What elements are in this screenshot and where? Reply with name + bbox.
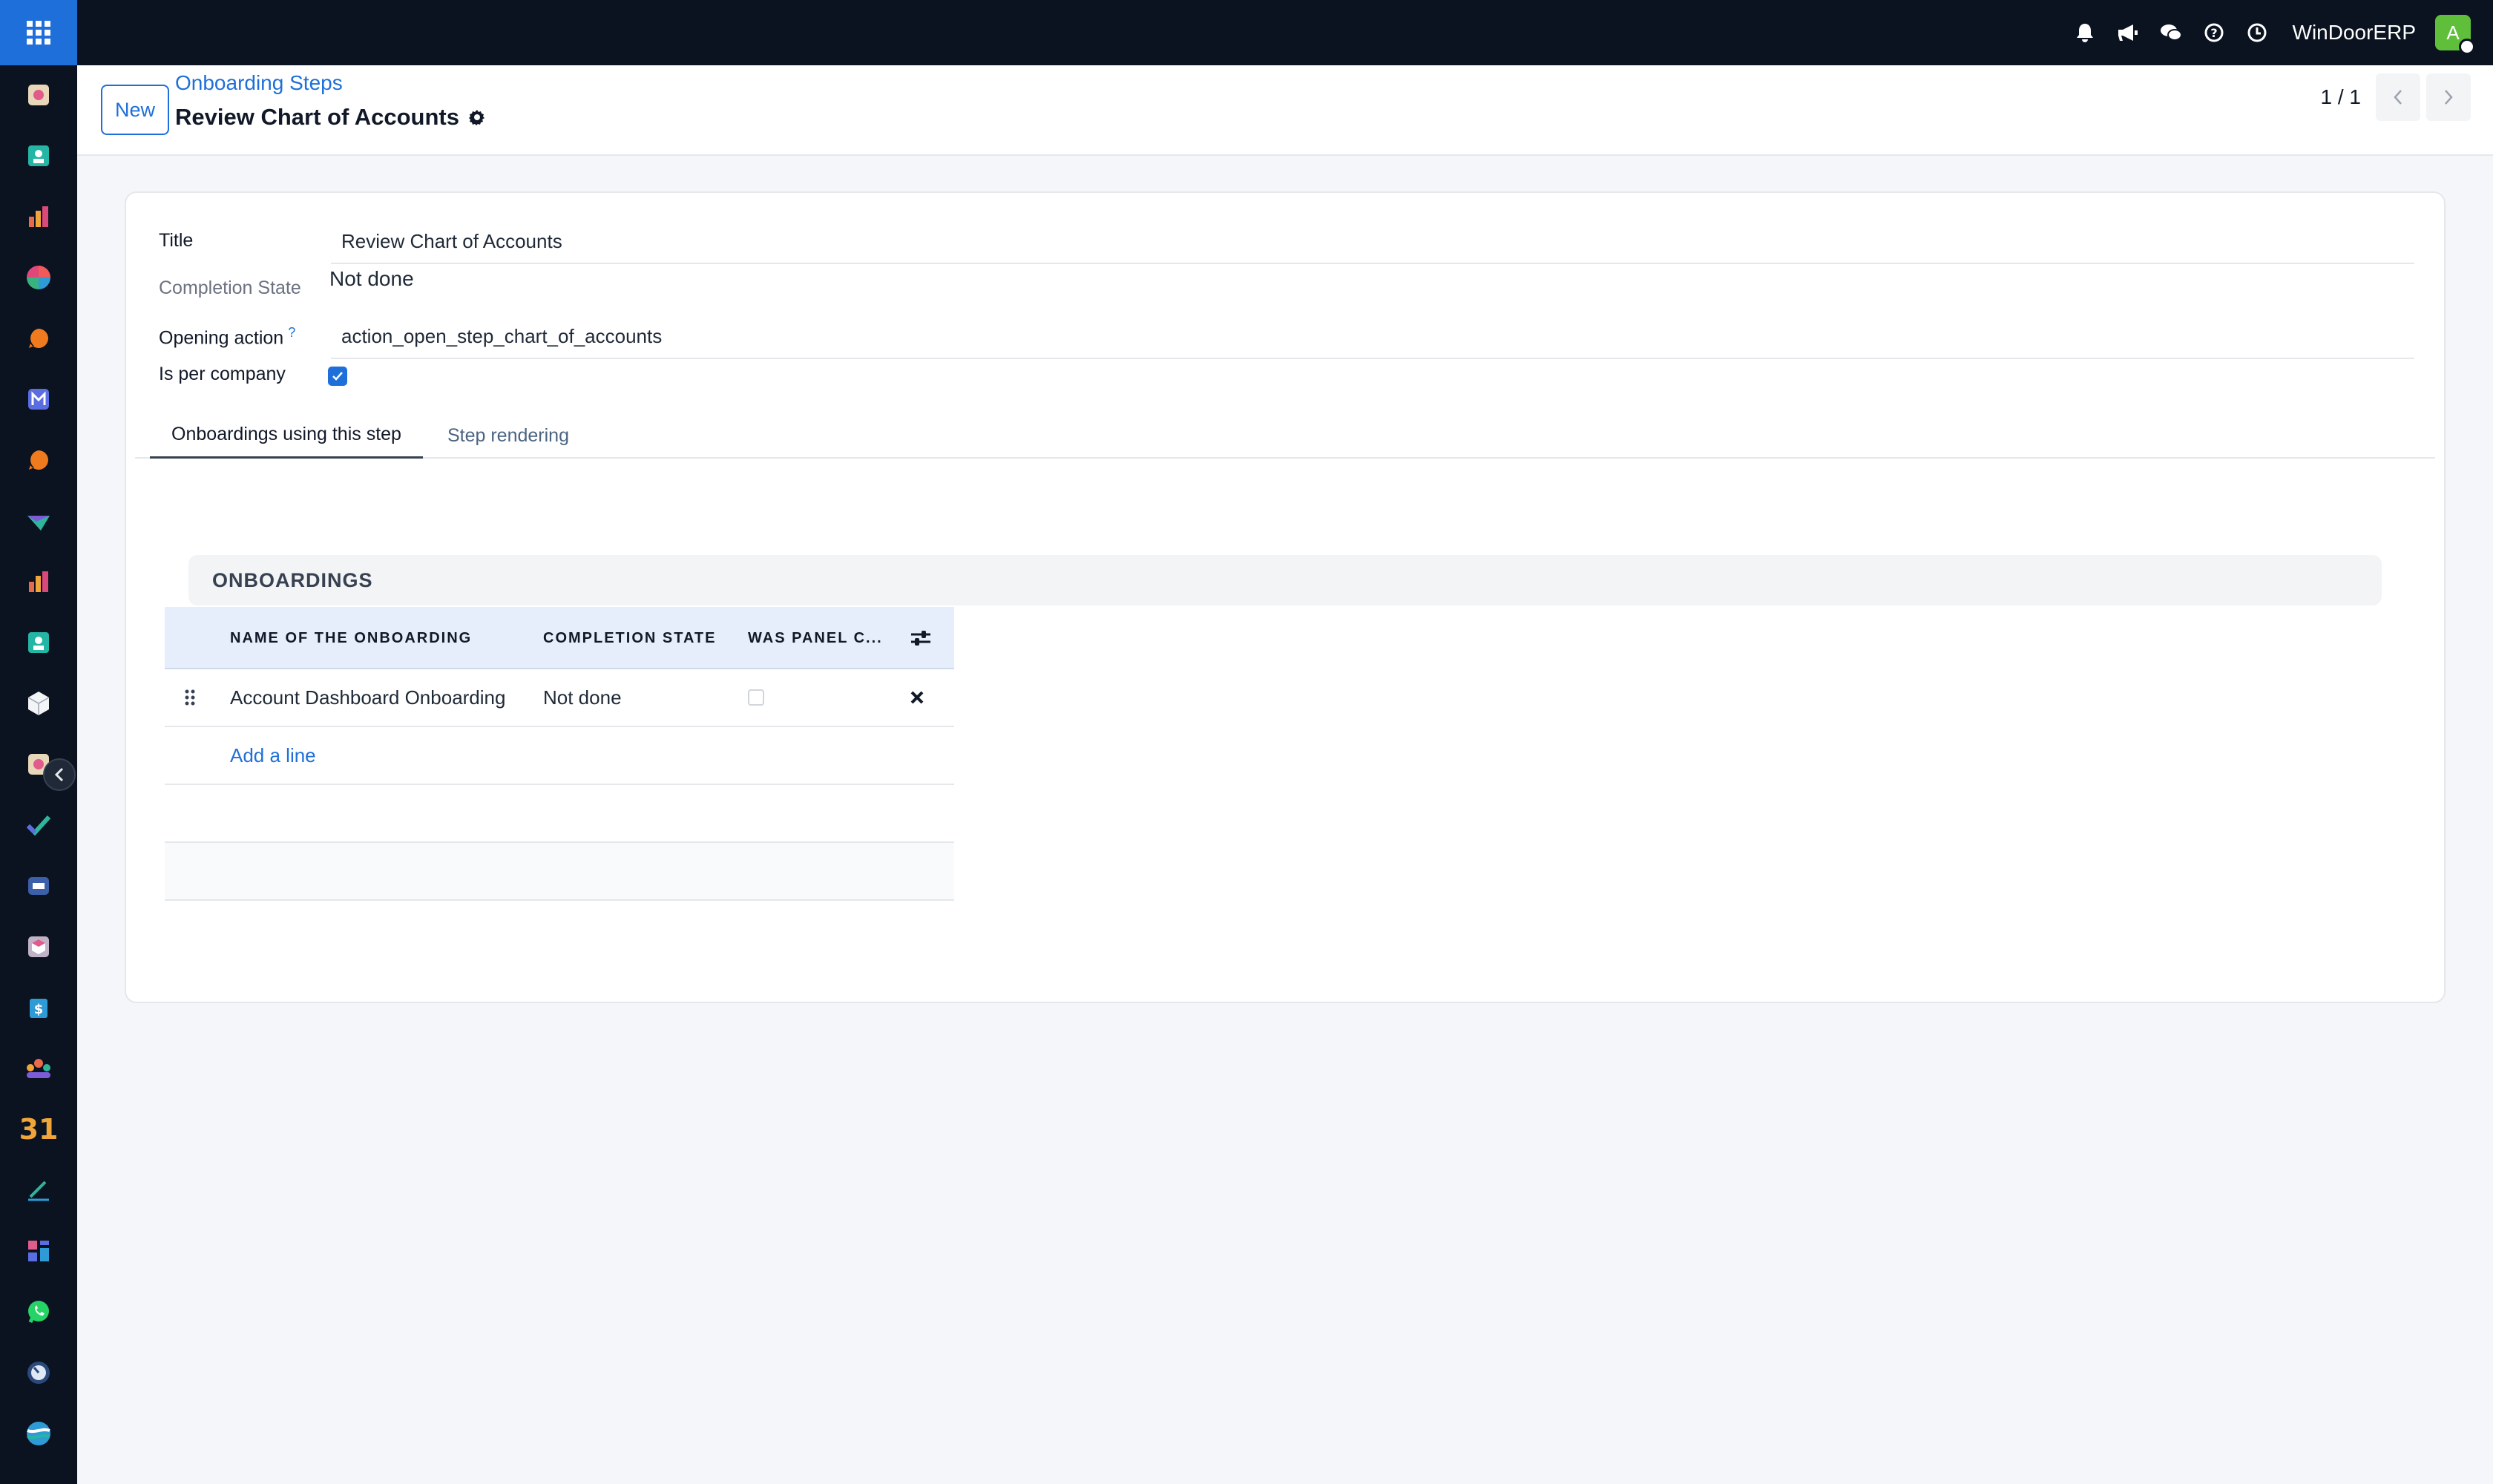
onboardings-table: NAME OF THE ONBOARDING COMPLETION STATE …: [165, 607, 954, 901]
column-header-name[interactable]: NAME OF THE ONBOARDING: [230, 607, 472, 669]
pager-previous-button[interactable]: [2376, 73, 2420, 121]
avatar-initial: A: [2446, 21, 2460, 44]
empty-row: [165, 785, 954, 843]
help-tooltip-icon[interactable]: ?: [288, 325, 295, 340]
onboarding-name-cell[interactable]: Account Dashboard Onboarding: [230, 669, 505, 726]
new-button[interactable]: New: [101, 85, 169, 135]
panel-closed-checkbox[interactable]: [748, 669, 764, 726]
per-company-label: Is per company: [159, 364, 286, 384]
check-icon: [332, 372, 343, 381]
form-sheet: Title Review Chart of Accounts Completio…: [125, 191, 2446, 1003]
gear-icon[interactable]: [468, 108, 486, 126]
page-title: Review Chart of Accounts: [175, 104, 486, 131]
table-header: NAME OF THE ONBOARDING COMPLETION STATE …: [165, 607, 954, 669]
table-row[interactable]: Account Dashboard Onboarding Not done: [165, 669, 954, 727]
svg-text:?: ?: [2210, 26, 2217, 40]
app-icon-16[interactable]: $: [24, 993, 53, 1022]
pager-value[interactable]: 1 / 1: [2321, 85, 2361, 109]
add-line-row: Add a line: [165, 727, 954, 785]
completion-state-label: Completion State: [159, 278, 301, 298]
user-avatar[interactable]: A: [2435, 15, 2475, 55]
title-field[interactable]: Review Chart of Accounts: [341, 230, 562, 253]
sidebar-collapse-button[interactable]: [43, 758, 76, 791]
add-a-line-link[interactable]: Add a line: [230, 727, 316, 784]
app-icon-3[interactable]: [24, 202, 53, 232]
opening-action-field[interactable]: action_open_step_chart_of_accounts: [341, 325, 662, 348]
app-icon-22[interactable]: [24, 1358, 53, 1388]
app-icon-15[interactable]: [24, 932, 53, 962]
onboarding-state-cell[interactable]: Not done: [543, 669, 622, 726]
app-icon-14[interactable]: [24, 871, 53, 901]
chevron-left-icon: [54, 767, 64, 782]
breadcrumb-onboarding-steps[interactable]: Onboarding Steps: [175, 71, 343, 95]
app-icon-13[interactable]: [24, 810, 53, 840]
app-icon-11[interactable]: [24, 689, 53, 718]
whatsapp-icon[interactable]: [24, 1297, 53, 1327]
onboardings-group-title: ONBOARDINGS: [188, 555, 2382, 605]
app-icon-19[interactable]: [24, 1175, 53, 1205]
app-icon-5[interactable]: [24, 324, 53, 353]
title-field-underline: [331, 263, 2414, 264]
app-icon-2[interactable]: [24, 141, 53, 171]
app-icon-8[interactable]: [24, 506, 53, 536]
record-pager: 1 / 1: [2321, 73, 2471, 122]
app-icon-6[interactable]: [24, 384, 53, 414]
svg-text:$: $: [34, 1002, 44, 1017]
record-title-text: Review Chart of Accounts: [175, 104, 459, 130]
app-icon-23[interactable]: [24, 1419, 53, 1448]
status-dot: [2459, 39, 2475, 55]
app-icon-9[interactable]: [24, 567, 53, 597]
tab-step-rendering[interactable]: Step rendering: [438, 413, 579, 459]
top-navbar: ? WinDoorERP A: [0, 0, 2493, 65]
per-company-checkbox[interactable]: [328, 367, 347, 386]
grid-icon: [27, 21, 50, 45]
notebook-tabs: Onboardings using this step Step renderi…: [135, 413, 2435, 459]
pager-next-button[interactable]: [2426, 73, 2471, 121]
opening-action-underline: [331, 358, 2414, 359]
delete-row-icon[interactable]: [910, 669, 924, 726]
drag-handle-icon[interactable]: [184, 669, 196, 726]
completion-state-value: Not done: [329, 267, 414, 290]
app-icon-1[interactable]: [24, 80, 53, 110]
calendar-day-label: 31: [19, 1113, 59, 1146]
megaphone-icon[interactable]: [2116, 21, 2140, 45]
column-header-was-panel-closed[interactable]: WAS PANEL C...: [748, 607, 883, 669]
tab-onboardings-using-this-step[interactable]: Onboardings using this step: [150, 413, 423, 459]
apps-menu-button[interactable]: [0, 0, 77, 65]
column-header-completion-state[interactable]: COMPLETION STATE: [543, 607, 716, 669]
opening-action-label-text: Opening action: [159, 327, 284, 349]
chat-icon[interactable]: [2159, 21, 2183, 45]
empty-row: [165, 843, 954, 901]
help-icon[interactable]: ?: [2202, 21, 2226, 45]
control-panel: New Onboarding Steps Review Chart of Acc…: [77, 65, 2493, 156]
bell-icon[interactable]: [2073, 21, 2097, 45]
title-label: Title: [159, 230, 194, 251]
app-icon-17[interactable]: [24, 1054, 53, 1083]
opening-action-label: Opening action?: [159, 325, 295, 349]
company-name[interactable]: WinDoorERP: [2293, 21, 2416, 45]
app-icon-20[interactable]: [24, 1236, 53, 1266]
app-icon-4[interactable]: [24, 263, 53, 292]
optional-columns-toggle[interactable]: [910, 607, 932, 669]
calendar-app-icon[interactable]: 31: [19, 1113, 59, 1146]
chevron-right-icon: [2445, 90, 2453, 105]
chevron-left-icon: [2394, 90, 2402, 105]
app-icon-7[interactable]: [24, 445, 53, 475]
app-icon-10[interactable]: [24, 628, 53, 657]
clock-icon[interactable]: [2245, 21, 2269, 45]
sliders-icon: [911, 631, 930, 646]
